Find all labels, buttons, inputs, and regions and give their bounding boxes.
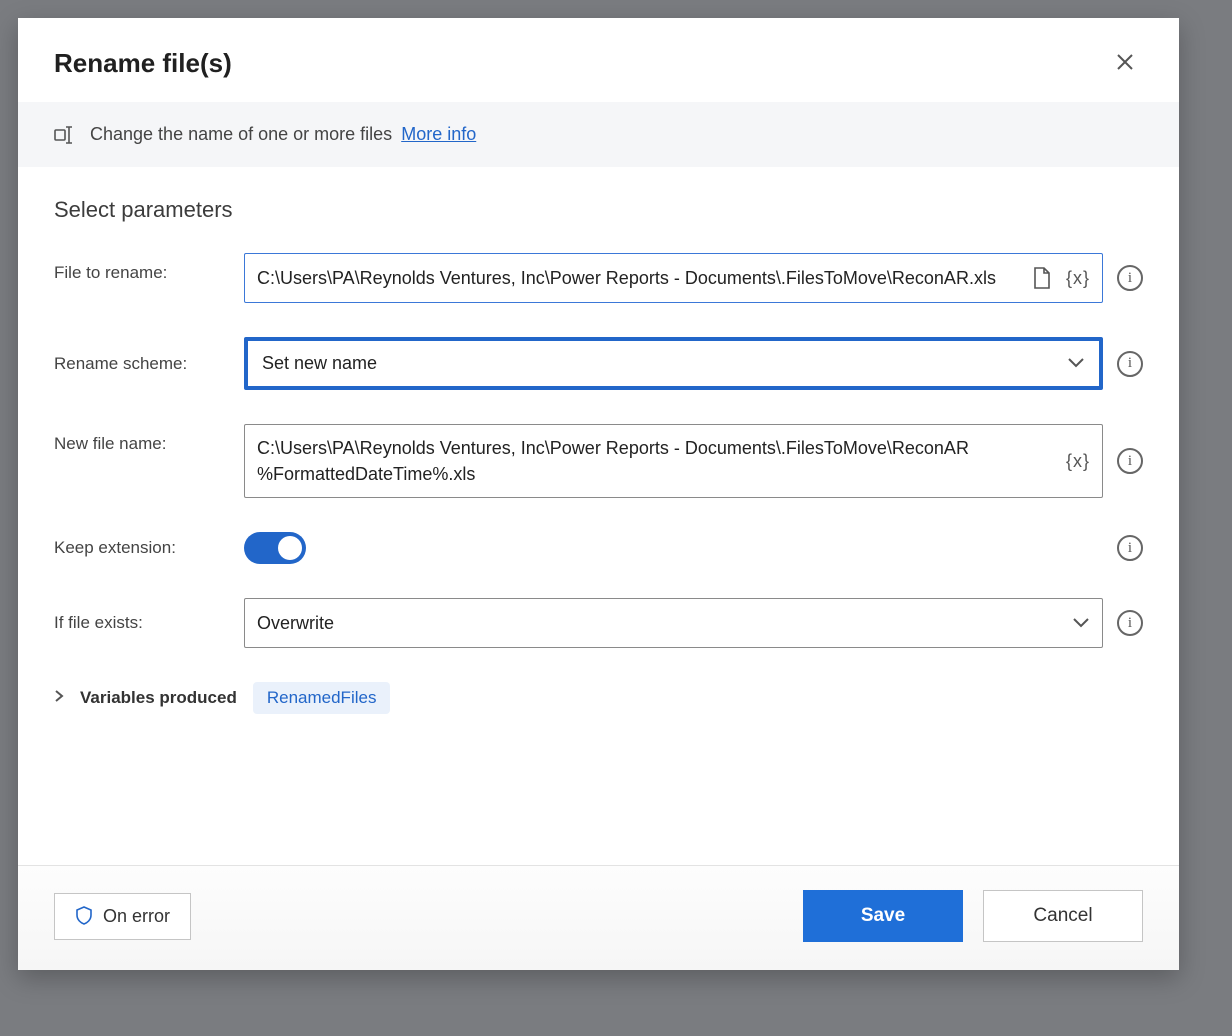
file-picker-icon[interactable] — [1032, 266, 1052, 290]
input-new-file-name[interactable]: C:\Users\PA\Reynolds Ventures, Inc\Power… — [244, 424, 1103, 498]
info-icon[interactable]: i — [1117, 351, 1143, 377]
variable-chip-renamed-files[interactable]: RenamedFiles — [253, 682, 391, 714]
label-keep-extension: Keep extension: — [54, 538, 244, 558]
on-error-label: On error — [103, 906, 170, 927]
close-button[interactable] — [1107, 46, 1143, 80]
row-rename-scheme: Rename scheme: Set new name i — [54, 337, 1143, 390]
select-if-file-exists[interactable]: Overwrite — [244, 598, 1103, 648]
toggle-keep-extension[interactable] — [244, 532, 306, 564]
variables-produced-row[interactable]: Variables produced RenamedFiles — [54, 682, 1143, 714]
dialog-header: Rename file(s) — [18, 18, 1179, 102]
input-file-to-rename-value: C:\Users\PA\Reynolds Ventures, Inc\Power… — [257, 265, 1032, 291]
toggle-knob — [278, 536, 302, 560]
chevron-down-icon — [1067, 353, 1085, 374]
cancel-button[interactable]: Cancel — [983, 890, 1143, 942]
input-file-to-rename[interactable]: C:\Users\PA\Reynolds Ventures, Inc\Power… — [244, 253, 1103, 303]
row-file-to-rename: File to rename: C:\Users\PA\Reynolds Ven… — [54, 253, 1143, 303]
dialog-title: Rename file(s) — [54, 48, 232, 79]
row-keep-extension: Keep extension: i — [54, 532, 1143, 564]
more-info-link[interactable]: More info — [401, 124, 476, 144]
close-icon — [1115, 52, 1135, 72]
select-rename-scheme-value: Set new name — [262, 353, 377, 374]
variable-picker-icon[interactable]: {x} — [1066, 451, 1090, 472]
save-button[interactable]: Save — [803, 890, 963, 942]
input-new-file-name-value: C:\Users\PA\Reynolds Ventures, Inc\Power… — [257, 435, 1066, 487]
chevron-down-icon — [1072, 613, 1090, 634]
info-icon[interactable]: i — [1117, 535, 1143, 561]
info-icon[interactable]: i — [1117, 610, 1143, 636]
description-bar: Change the name of one or more files Mor… — [18, 102, 1179, 167]
info-icon[interactable]: i — [1117, 448, 1143, 474]
chevron-right-icon — [54, 689, 64, 708]
dialog-footer: On error Save Cancel — [18, 865, 1179, 970]
description-text: Change the name of one or more files Mor… — [90, 124, 476, 145]
on-error-button[interactable]: On error — [54, 893, 191, 940]
section-title: Select parameters — [54, 197, 1143, 223]
select-if-file-exists-value: Overwrite — [257, 613, 334, 634]
dialog-body: Select parameters File to rename: C:\Use… — [18, 167, 1179, 865]
info-icon[interactable]: i — [1117, 265, 1143, 291]
rename-files-dialog: Rename file(s) Change the name of one or… — [18, 18, 1179, 970]
footer-buttons: Save Cancel — [803, 890, 1143, 942]
row-if-file-exists: If file exists: Overwrite i — [54, 598, 1143, 648]
shield-icon — [75, 906, 93, 926]
variable-picker-icon[interactable]: {x} — [1066, 268, 1090, 289]
row-new-file-name: New file name: C:\Users\PA\Reynolds Vent… — [54, 424, 1143, 498]
variables-produced-label: Variables produced — [80, 688, 237, 708]
label-file-to-rename: File to rename: — [54, 253, 244, 283]
rename-action-icon — [54, 126, 76, 144]
label-new-file-name: New file name: — [54, 424, 244, 454]
label-if-file-exists: If file exists: — [54, 613, 244, 633]
select-rename-scheme[interactable]: Set new name — [244, 337, 1103, 390]
label-rename-scheme: Rename scheme: — [54, 354, 244, 374]
